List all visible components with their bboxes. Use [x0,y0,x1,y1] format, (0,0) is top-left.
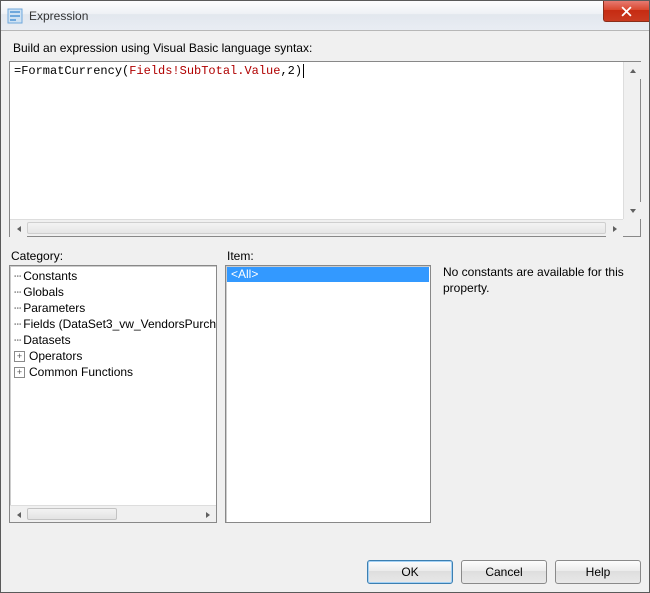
description-text: No constants are available for this prop… [439,265,641,296]
description-column: No constants are available for this prop… [439,249,641,523]
category-column: Category: ⋯ Constants ⋯ Globals ⋯ [9,249,217,523]
instruction-label: Build an expression using Visual Basic l… [13,41,637,55]
expression-text[interactable]: =FormatCurrency(Fields!SubTotal.Value,2) [10,62,623,219]
tree-item-fields[interactable]: ⋯ Fields (DataSet3_vw_VendorsPurcha [12,316,216,332]
editor-vertical-scrollbar[interactable] [623,62,640,219]
scroll-thumb[interactable] [27,508,117,520]
field-reference: Fields!SubTotal.Value [129,64,280,78]
scroll-corner [623,219,640,236]
tree-item-globals[interactable]: ⋯ Globals [12,284,216,300]
dialog-buttons: OK Cancel Help [367,560,641,584]
tree-item-constants[interactable]: ⋯ Constants [12,268,216,284]
item-list[interactable]: <All> [225,265,431,523]
tree-item-parameters[interactable]: ⋯ Parameters [12,300,216,316]
client-area: Build an expression using Visual Basic l… [9,39,641,584]
category-label: Category: [11,249,217,263]
ok-button[interactable]: OK [367,560,453,584]
help-button[interactable]: Help [555,560,641,584]
scroll-down-icon[interactable] [624,202,641,219]
item-column: Item: <All> [225,249,431,523]
category-tree[interactable]: ⋯ Constants ⋯ Globals ⋯ Parameters ⋯ [9,265,217,523]
close-icon [621,6,632,17]
app-icon [7,8,23,24]
scroll-up-icon[interactable] [624,62,641,79]
expression-dialog: Expression Build an expression using Vis… [0,0,650,593]
expand-icon[interactable]: + [14,367,25,378]
editor-horizontal-scrollbar[interactable] [10,219,623,236]
tree-item-datasets[interactable]: ⋯ Datasets [12,332,216,348]
scroll-right-icon[interactable] [606,220,623,237]
cancel-button[interactable]: Cancel [461,560,547,584]
description-spacer [441,249,641,263]
scroll-left-icon[interactable] [10,506,27,523]
window-title: Expression [29,9,88,23]
scroll-left-icon[interactable] [10,220,27,237]
category-horizontal-scrollbar[interactable] [10,505,216,522]
item-label: Item: [227,249,431,263]
title-bar[interactable]: Expression [1,1,649,31]
selector-row: Category: ⋯ Constants ⋯ Globals ⋯ [9,249,641,523]
scroll-right-icon[interactable] [199,506,216,523]
close-button[interactable] [603,1,649,22]
expression-editor[interactable]: =FormatCurrency(Fields!SubTotal.Value,2) [9,61,641,237]
scroll-thumb[interactable] [27,222,606,234]
tree-item-operators[interactable]: + Operators [12,348,216,364]
expand-icon[interactable]: + [14,351,25,362]
item-all[interactable]: <All> [227,267,429,282]
text-cursor [303,64,304,78]
tree-item-common-functions[interactable]: + Common Functions [12,364,216,380]
